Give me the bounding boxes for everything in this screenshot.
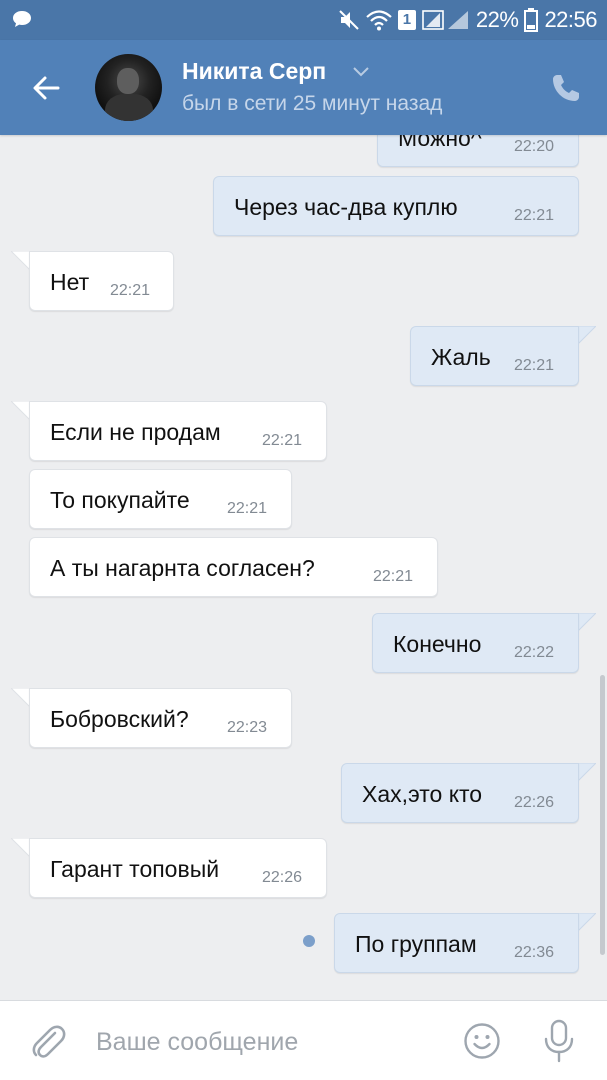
- message-time: 22:20: [514, 138, 555, 155]
- wifi-icon: [366, 10, 392, 31]
- mute-icon: [339, 10, 359, 30]
- phone-icon[interactable]: [548, 70, 584, 106]
- message-list[interactable]: Можно^ 22:20 Через час-два куплю 22:21 Н…: [0, 135, 607, 1000]
- message-input[interactable]: [96, 1023, 436, 1061]
- smiley-icon[interactable]: [463, 1022, 501, 1060]
- message-text: По группам: [355, 931, 477, 957]
- sim-badge: 1: [397, 10, 416, 30]
- message-time: 22:26: [514, 794, 555, 811]
- message-incoming[interactable]: А ты нагарнта согласен? 22:21: [29, 537, 438, 597]
- message-outgoing[interactable]: По группам 22:36: [334, 913, 579, 973]
- clock: 22:56: [544, 7, 597, 32]
- microphone-icon[interactable]: [542, 1019, 576, 1063]
- message-time: 22:21: [227, 500, 268, 517]
- message-time: 22:22: [514, 644, 555, 661]
- chat-header: Никита Серп был в сети 25 минут назад: [0, 40, 607, 135]
- message-text: Конечно: [393, 631, 482, 657]
- message-text: Если не продам: [50, 419, 221, 445]
- message-text: Гарант топовый: [50, 856, 220, 882]
- paperclip-icon[interactable]: [28, 1021, 68, 1061]
- composer: [0, 1000, 607, 1080]
- message-time: 22:21: [514, 357, 555, 374]
- avatar[interactable]: [95, 54, 162, 121]
- message-text: Жаль: [431, 344, 491, 370]
- message-text: Можно^: [398, 135, 482, 151]
- notification-chat-icon: [13, 11, 31, 27]
- message-time: 22:36: [514, 944, 555, 961]
- message-outgoing[interactable]: Хах,это кто 22:26: [341, 763, 579, 823]
- message-outgoing[interactable]: Можно^ 22:20: [377, 135, 579, 167]
- message-time: 22:21: [262, 432, 303, 449]
- battery-percent: 22%: [475, 7, 519, 32]
- message-time: 22:21: [373, 568, 414, 585]
- message-time: 22:23: [227, 719, 268, 736]
- message-time: 22:26: [262, 869, 303, 886]
- contact-name[interactable]: Никита Серп: [182, 58, 326, 85]
- unread-indicator: [303, 935, 315, 947]
- arrow-left-icon[interactable]: [28, 70, 64, 106]
- message-time: 22:21: [110, 282, 151, 299]
- message-text: Бобровский?: [50, 706, 189, 732]
- message-outgoing[interactable]: Через час-два куплю 22:21: [213, 176, 579, 236]
- message-incoming[interactable]: То покупайте 22:21: [29, 469, 292, 529]
- message-incoming[interactable]: Нет 22:21: [29, 251, 174, 311]
- message-text: То покупайте: [50, 487, 190, 513]
- status-bar: 1 22% 22:56: [0, 0, 607, 40]
- chevron-down-icon[interactable]: [352, 66, 370, 78]
- message-incoming[interactable]: Бобровский? 22:23: [29, 688, 292, 748]
- message-text: Нет: [50, 269, 90, 295]
- message-time: 22:21: [514, 207, 555, 224]
- scrollbar[interactable]: [600, 675, 605, 955]
- message-text: А ты нагарнта согласен?: [50, 555, 315, 581]
- message-outgoing[interactable]: Конечно 22:22: [372, 613, 579, 673]
- signal-icon: [422, 10, 468, 30]
- message-incoming[interactable]: Если не продам 22:21: [29, 401, 327, 461]
- contact-last-seen: был в сети 25 минут назад: [182, 92, 443, 115]
- battery-icon: [524, 8, 539, 32]
- message-text: Через час-два куплю: [234, 194, 458, 220]
- message-outgoing[interactable]: Жаль 22:21: [410, 326, 579, 386]
- message-text: Хах,это кто: [362, 781, 483, 807]
- message-incoming[interactable]: Гарант топовый 22:26: [29, 838, 327, 898]
